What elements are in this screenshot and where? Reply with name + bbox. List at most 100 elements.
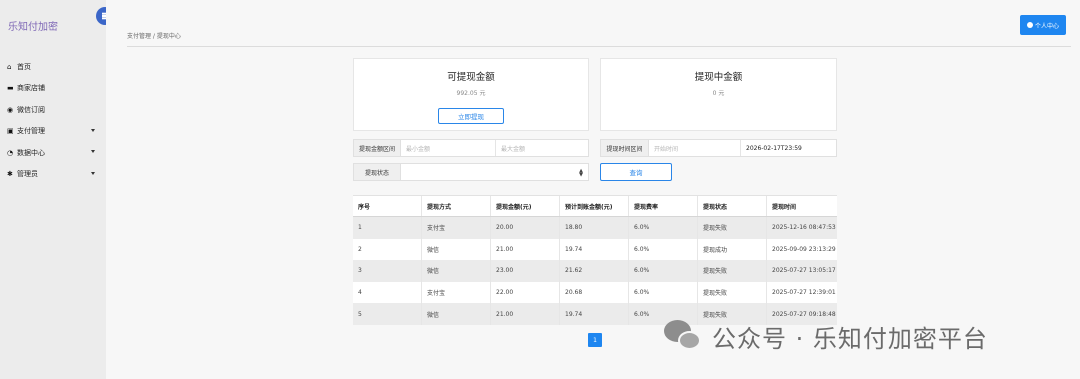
briefcase-icon: ▬ <box>7 84 14 93</box>
table-cell: 支付宝 <box>422 217 491 239</box>
sidebar-item-label: 数据中心 <box>17 148 45 157</box>
payment-icon: ▣ <box>7 127 14 136</box>
table-header-cell: 提现方式 <box>422 196 491 216</box>
table-header-cell: 预计到账金额(元) <box>560 196 629 216</box>
sidebar-item-label: 支付管理 <box>17 127 45 136</box>
table-cell: 2 <box>353 238 422 261</box>
table-cell: 微信 <box>422 238 491 261</box>
time-end-input[interactable]: 2026-02-17T23:59 <box>741 140 836 156</box>
sidebar: 乐知付加密 ⌂ 首页 ▬ 商家店铺 ◉ 微信订阅 ▣ 支付管理 ◔ 数据中心 ✱ 管理员 <box>0 0 106 379</box>
table-row: 4 支付宝 22.00 20.68 6.0% 提现失败 2025-07-27 12:39:0… <box>353 281 837 304</box>
table-cell: 2025-07-27 13:05:17 <box>772 267 836 275</box>
sidebar-item-0[interactable]: ⌂ 首页 <box>0 56 106 78</box>
table-cell: 微信 <box>422 260 491 282</box>
pending-balance-title: 提现中金额 <box>694 72 743 83</box>
brand-logo[interactable]: 乐知付加密 <box>8 18 58 33</box>
profile-button-label: 个人中心 <box>1034 22 1059 30</box>
wechat-icon: ◉ <box>7 105 14 114</box>
sidebar-item-label: 首页 <box>17 62 31 71</box>
table-cell: 20.00 <box>491 217 560 239</box>
profile-button[interactable]: 个人中心 <box>1020 15 1066 35</box>
table-cell: 21.00 <box>491 238 560 261</box>
sidebar-item-label: 微信订阅 <box>17 105 45 114</box>
table-cell: 提现成功 <box>698 238 767 261</box>
sidebar-item-label: 管理员 <box>17 170 38 179</box>
table-cell: 4 <box>353 281 422 304</box>
select-arrows-icon: ▲ ▼ <box>579 168 583 178</box>
pending-balance-amount: 0 元 <box>712 90 725 97</box>
table-cell: 1 <box>353 217 422 239</box>
caret-down-icon <box>91 128 95 132</box>
time-range-filter: 提现时间区间 开始时间 2026-02-17T23:59 <box>600 139 837 157</box>
pagination-page-button[interactable]: 1 <box>588 333 602 347</box>
caret-down-icon <box>91 171 95 175</box>
breadcrumb: 支付管理 / 提现中心 <box>127 33 181 40</box>
table-row: 1 支付宝 20.00 18.80 6.0% 提现失败 2025-12-16 08:47:5… <box>353 217 837 239</box>
table-row: 3 微信 23.00 21.62 6.0% 提现失败 2025-07-27 13:05:17 <box>353 260 837 282</box>
table-cell: 提现失败 <box>698 260 767 282</box>
available-balance-card: 可提现金额 992.05 元 立即提现 <box>353 58 589 131</box>
available-balance-amount: 992.05 元 <box>456 90 486 97</box>
table-cell: 22.00 <box>491 281 560 304</box>
wechat-logo-icon <box>664 318 704 354</box>
sidebar-item-4[interactable]: ◔ 数据中心 <box>0 142 106 164</box>
main-content: 支付管理 / 提现中心 个人中心 可提现金额 992.05 元 立即提现 提现中… <box>106 0 1080 379</box>
table-header-cell: 提现状态 <box>698 196 767 216</box>
amount-range-label: 提现金额区间 <box>354 140 401 156</box>
amount-min-input[interactable]: 最小金额 <box>401 140 496 156</box>
sidebar-item-2[interactable]: ◉ 微信订阅 <box>0 99 106 121</box>
table-cell: 6.0% <box>629 260 698 282</box>
table-header-cell: 序号 <box>353 196 422 216</box>
amount-max-input[interactable]: 最大金额 <box>496 140 588 156</box>
table-cell: 2025-07-27 12:39:01 <box>772 289 836 297</box>
table-cell: 2025-09-09 23:13:29 <box>772 245 836 253</box>
sidebar-item-3[interactable]: ▣ 支付管理 <box>0 121 106 143</box>
table-header-cell: 提现费率 <box>629 196 698 216</box>
withdraw-now-button[interactable]: 立即提现 <box>438 108 504 124</box>
table-cell: 20.68 <box>560 281 629 304</box>
header-divider <box>127 46 1071 47</box>
status-select[interactable]: ▲ ▼ <box>401 164 588 180</box>
table-cell: 23.00 <box>491 260 560 282</box>
table-cell: 6.0% <box>629 238 698 261</box>
table-cell: 2025-12-16 08:47:53 <box>772 224 836 232</box>
sidebar-item-1[interactable]: ▬ 商家店铺 <box>0 78 106 100</box>
available-balance-title: 可提现金额 <box>447 72 495 83</box>
user-icon <box>1026 22 1033 28</box>
table-header: 序号 提现方式 提现金额(元) 预计到账金额(元) 提现费率 提现状态 提现时间 <box>353 195 837 217</box>
status-label: 提现状态 <box>354 164 401 180</box>
watermark: 公众号 · 乐知付加密平台 <box>664 318 988 354</box>
table-cell: 5 <box>353 303 422 325</box>
table-cell: 18.80 <box>560 217 629 239</box>
time-start-input[interactable]: 开始时间 <box>649 140 741 156</box>
amount-range-filter: 提现金额区间 最小金额 最大金额 <box>353 139 589 157</box>
sidebar-nav: ⌂ 首页 ▬ 商家店铺 ◉ 微信订阅 ▣ 支付管理 ◔ 数据中心 ✱ 管理员 <box>0 56 106 185</box>
table-header-cell: 提现时间 <box>772 203 797 211</box>
table-cell: 提现失败 <box>698 281 767 304</box>
watermark-text: 公众号 · 乐知付加密平台 <box>712 324 988 353</box>
home-icon: ⌂ <box>7 62 12 71</box>
table-cell: 21.62 <box>560 260 629 282</box>
pending-balance-card: 提现中金额 0 元 <box>600 58 837 131</box>
table-cell: 支付宝 <box>422 281 491 304</box>
table-header-cell: 提现金额(元) <box>491 196 560 216</box>
time-range-label: 提现时间区间 <box>601 140 649 156</box>
query-button[interactable]: 查询 <box>600 163 672 181</box>
sidebar-item-label: 商家店铺 <box>17 84 45 93</box>
pie-chart-icon: ◔ <box>7 148 14 157</box>
table-cell: 19.74 <box>560 303 629 325</box>
table-cell: 6.0% <box>629 217 698 239</box>
table-cell: 6.0% <box>629 281 698 304</box>
table-cell: 微信 <box>422 303 491 325</box>
table-cell: 提现失败 <box>698 217 767 239</box>
table-body: 1 支付宝 20.00 18.80 6.0% 提现失败 2025-12-16 08:47:5… <box>353 217 837 325</box>
sidebar-item-5[interactable]: ✱ 管理员 <box>0 164 106 186</box>
table-cell: 19.74 <box>560 238 629 261</box>
status-filter: 提现状态 ▲ ▼ <box>353 163 589 181</box>
caret-down-icon <box>91 150 95 153</box>
table-cell: 21.00 <box>491 303 560 325</box>
table-cell: 3 <box>353 260 422 282</box>
table-row: 2 微信 21.00 19.74 6.0% 提现成功 2025-09-09 23:13:29 <box>353 238 837 261</box>
gear-icon: ✱ <box>7 170 13 179</box>
withdrawal-table: 序号 提现方式 提现金额(元) 预计到账金额(元) 提现费率 提现状态 提现时间 1 支付宝 2… <box>353 195 837 325</box>
